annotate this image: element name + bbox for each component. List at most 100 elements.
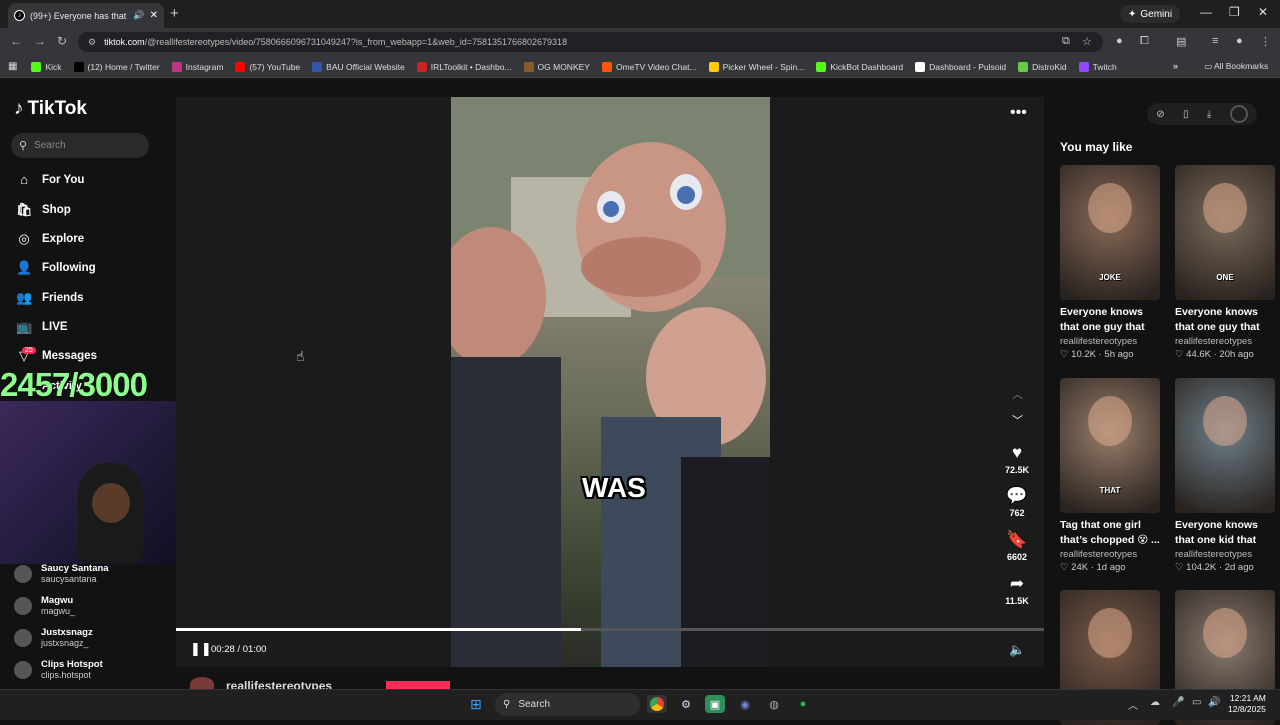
recommended-video-card[interactable]: ONE Everyone knows that one guy that thin…	[1175, 165, 1275, 360]
share-button[interactable]: ➦ 11.5K	[1000, 574, 1034, 606]
download-icon[interactable]: ⤓	[1207, 109, 1211, 120]
device-icon[interactable]: ▯	[1183, 109, 1189, 120]
volume-icon[interactable]: 🔈	[1009, 642, 1025, 658]
video-thumbnail[interactable]	[1175, 378, 1275, 513]
chrome-app-icon[interactable]	[647, 695, 667, 713]
video-author[interactable]: reallifestereotypes	[1175, 549, 1275, 560]
restore-icon[interactable]: ❐	[1229, 5, 1240, 19]
video-caption: WAS	[582, 472, 646, 503]
nav-label: Explore	[42, 233, 85, 245]
green-app-icon[interactable]: ▣	[705, 695, 725, 713]
minimize-icon[interactable]: —	[1200, 5, 1212, 19]
windows-start-icon[interactable]: ⊞	[470, 696, 482, 713]
comment-button[interactable]: 💬 762	[1000, 486, 1034, 518]
tab-close-icon[interactable]: ✕	[150, 10, 158, 21]
tiktok-logo[interactable]: ♪ TikTok	[14, 98, 87, 120]
video-author[interactable]: reallifestereotypes	[1060, 336, 1160, 347]
bookmark-item[interactable]: (57) YouTube	[235, 61, 300, 72]
extensions-puzzle-icon[interactable]: ⧠	[1140, 35, 1149, 48]
back-icon[interactable]: ←	[10, 34, 22, 48]
bookmark-item[interactable]: Kick	[31, 61, 62, 72]
video-thumbnail[interactable]: JOKE	[1060, 165, 1160, 300]
reload-icon[interactable]: ↻	[57, 34, 67, 48]
apps-grid-icon[interactable]: ▦	[8, 61, 17, 72]
nav-following[interactable]: 👤 Following	[16, 260, 96, 276]
bookmark-item[interactable]: OmeTV Video Chat...	[601, 61, 697, 72]
video-frame-image[interactable]	[451, 97, 770, 667]
bookmark-item[interactable]: KickBot Dashboard	[816, 61, 903, 72]
nav-for-you[interactable]: ⌂ For You	[16, 172, 84, 187]
video-thumbnail[interactable]: ONE	[1175, 165, 1275, 300]
nav-shop[interactable]: 🛍 Shop	[16, 202, 71, 218]
following-account[interactable]: Justxsnagz justxsnagz_	[14, 627, 93, 648]
bookmark-label: IRLToolkit • Dashbo...	[430, 61, 512, 72]
bookmark-label: Kick	[45, 61, 62, 72]
bookmark-item[interactable]: (12) Home / Twitter	[73, 61, 160, 72]
gemini-button[interactable]: ✦ Gemini	[1120, 5, 1181, 23]
steam-app-icon[interactable]: ⚙	[676, 695, 696, 713]
like-button[interactable]: ♥ 72.5K	[1000, 443, 1034, 475]
clock-date: 12/8/2025	[1228, 704, 1266, 714]
bookmarks-overflow-icon[interactable]: »	[1173, 61, 1178, 71]
following-account[interactable]: Saucy Santana saucysantana	[14, 563, 109, 584]
nav-live[interactable]: 📺 LIVE	[16, 319, 68, 335]
search-input[interactable]: ⚲ Search	[11, 133, 149, 158]
volume-tray-icon[interactable]: 🔊	[1208, 697, 1220, 708]
bookmark-item[interactable]: BAU Official Website	[312, 61, 405, 72]
extension-icon[interactable]: ●	[1116, 35, 1123, 47]
more-options-icon[interactable]: •••	[1010, 104, 1027, 122]
autoscroll-icon[interactable]: ⊘	[1156, 109, 1164, 120]
taskbar-search[interactable]: ⚲ Search	[495, 693, 640, 716]
following-account[interactable]: Clips Hotspot clips.hotspot	[14, 659, 103, 680]
bookmark-item[interactable]: Instagram	[171, 61, 223, 72]
discord-app-icon[interactable]: ◉	[735, 695, 755, 713]
microphone-icon[interactable]: 🎤	[1172, 697, 1184, 708]
next-video-icon[interactable]: ﹀	[1012, 412, 1023, 428]
new-tab-button[interactable]: +	[170, 5, 179, 22]
bookmark-favicon-icon	[523, 61, 534, 72]
system-clock[interactable]: 12:21 AM 12/8/2025	[1228, 693, 1266, 715]
spotify-app-icon[interactable]: ●	[793, 695, 813, 713]
bookmark-item[interactable]: OG MONKEY	[523, 61, 590, 72]
following-account[interactable]: Magwu magwu_	[14, 595, 75, 616]
pause-icon[interactable]: ❚❚	[190, 641, 212, 657]
network-icon[interactable]: ▭	[1192, 697, 1201, 708]
cloud-icon[interactable]: ☁	[1150, 697, 1160, 708]
active-tab[interactable]: ♪ (99+) Everyone has that one 🔊 ✕	[8, 3, 164, 28]
bookmark-item[interactable]: Dashboard - Pulsoid	[915, 61, 1006, 72]
all-bookmarks-button[interactable]: ▭ All Bookmarks	[1204, 61, 1268, 72]
profile-avatar[interactable]: ●	[1236, 35, 1243, 47]
save-button[interactable]: 🔖 6602	[1000, 530, 1034, 562]
bookmark-star-icon[interactable]: ☆	[1082, 35, 1092, 48]
tray-chevron-icon[interactable]: ︿	[1128, 697, 1138, 712]
recommended-video-card[interactable]: THAT Tag that one girl that’s chopped 😵 .…	[1060, 378, 1160, 573]
video-author[interactable]: reallifestereotypes	[1060, 549, 1160, 560]
video-title[interactable]: Everyone knows that one kid that thinks.…	[1175, 518, 1275, 548]
video-title[interactable]: Tag that one girl that’s chopped 😵 ...	[1060, 518, 1160, 548]
previous-video-icon[interactable]: ︿	[1012, 386, 1023, 402]
account-name: Clips Hotspot	[41, 659, 103, 670]
close-window-icon[interactable]: ✕	[1258, 5, 1268, 19]
video-author[interactable]: reallifestereotypes	[1175, 336, 1275, 347]
recommended-video-card[interactable]: JOKE Everyone knows that one guy that get…	[1060, 165, 1160, 360]
video-title[interactable]: Everyone knows that one guy that gets...	[1060, 305, 1160, 335]
speaker-icon[interactable]: 🔊	[133, 10, 144, 21]
site-info-icon[interactable]: ⚙	[88, 37, 96, 48]
nav-friends[interactable]: 👥 Friends	[16, 290, 84, 306]
nav-explore[interactable]: ◎ Explore	[16, 231, 84, 247]
video-thumbnail[interactable]: THAT	[1060, 378, 1160, 513]
obs-app-icon[interactable]: ◍	[764, 695, 784, 713]
cast-icon[interactable]: ⧉	[1062, 35, 1070, 48]
forward-icon[interactable]: →	[34, 34, 46, 48]
bookmark-item[interactable]: IRLToolkit • Dashbo...	[416, 61, 512, 72]
bookmark-item[interactable]: Twitch	[1078, 61, 1117, 72]
video-title[interactable]: Everyone knows that one guy that thinks.…	[1175, 305, 1275, 335]
split-view-icon[interactable]: ▤	[1176, 35, 1186, 48]
address-bar[interactable]: ⚙ tiktok.com/@reallifestereotypes/video/…	[78, 32, 1103, 52]
bookmark-item[interactable]: DistroKid	[1018, 61, 1067, 72]
kebab-menu-icon[interactable]: ⋮	[1260, 35, 1271, 48]
media-controls-icon[interactable]: ≡	[1212, 35, 1218, 47]
bookmark-item[interactable]: Picker Wheel - Spin...	[708, 61, 804, 72]
account-handle: clips.hotspot	[41, 670, 92, 680]
recommended-video-card[interactable]: Everyone knows that one kid that thinks.…	[1175, 378, 1275, 573]
